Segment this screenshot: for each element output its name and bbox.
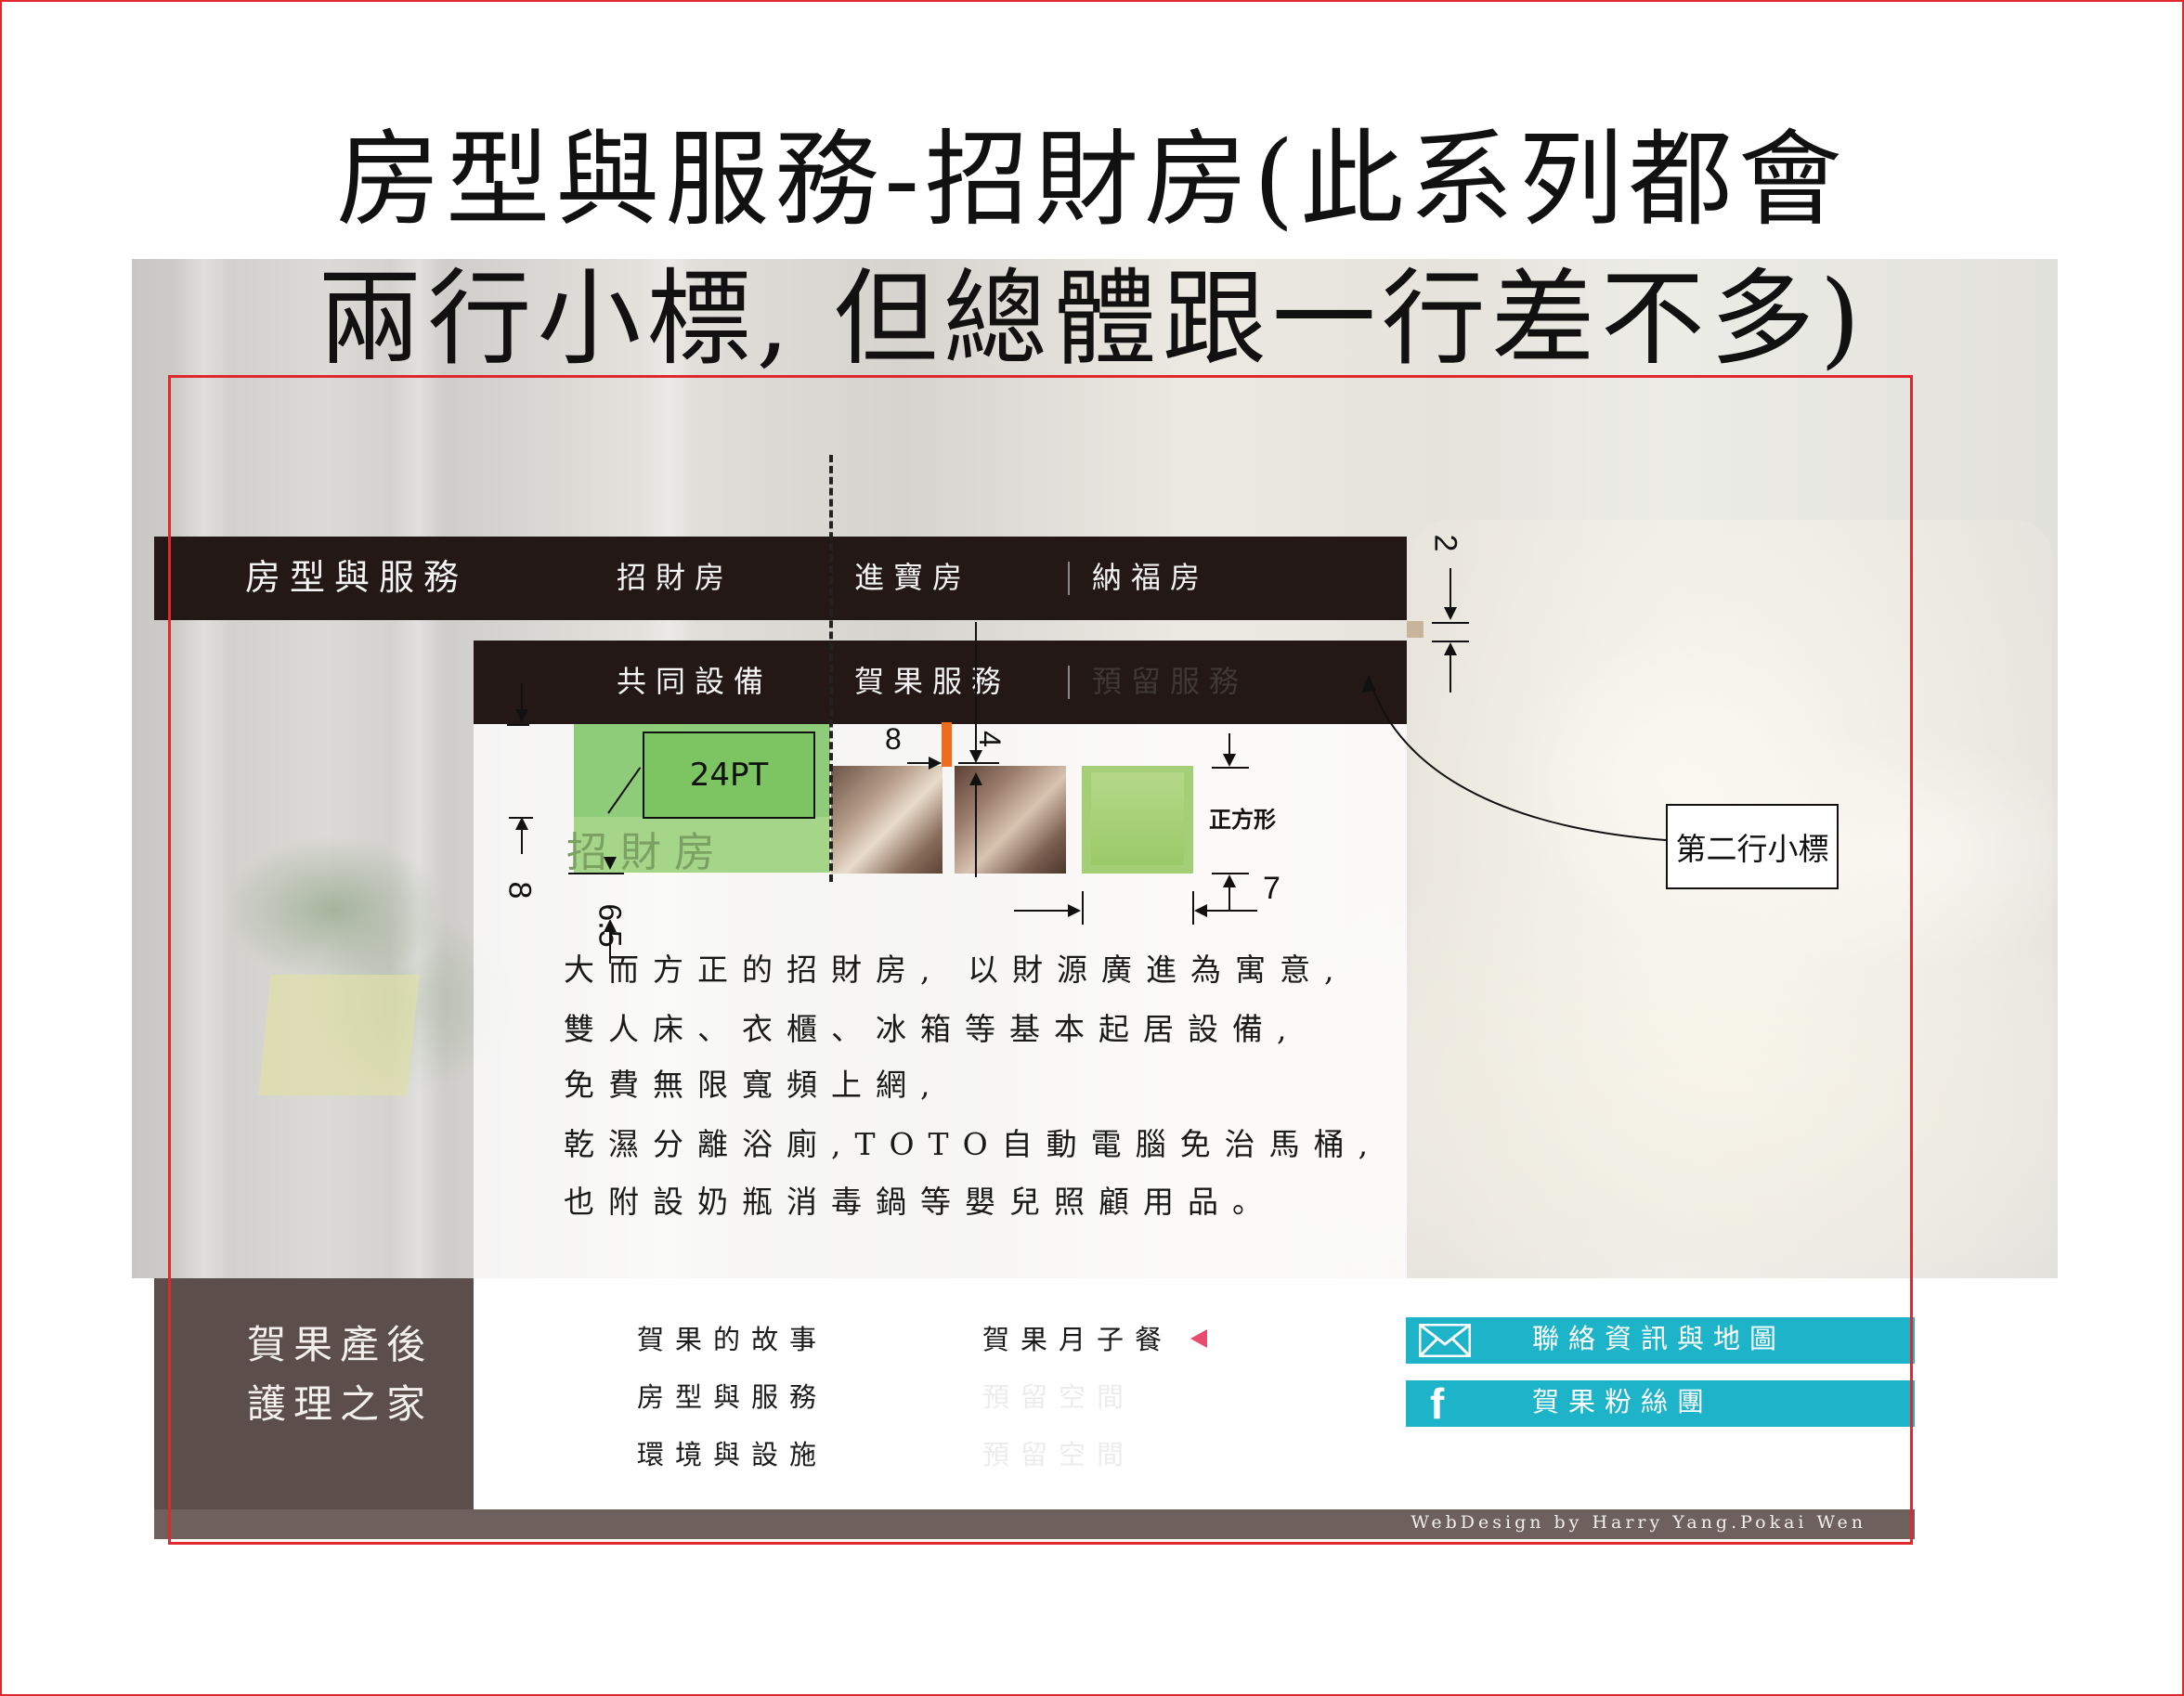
callout-second-subtitle: 第二行小標 <box>1666 804 1839 889</box>
bed-decoration <box>1411 520 2052 1262</box>
dimension-label: 8 <box>885 722 902 756</box>
room-title: 招財房 <box>566 829 728 876</box>
nav-divider <box>1068 666 1070 699</box>
nav-section-title: 房型與服務 <box>245 557 469 598</box>
secondary-nav-bar: 共同設備 賀果服務 預留服務 <box>474 641 1407 724</box>
dimension-line <box>975 622 977 761</box>
slide-title-line-2: 兩行小標, 但總體跟一行差不多) <box>318 259 1866 380</box>
dimension-label: 7 <box>1263 871 1280 906</box>
dimension-line <box>1082 891 1084 925</box>
triangle-left-icon <box>1190 1329 1207 1348</box>
nav-divider <box>1068 562 1070 595</box>
footer-link-rooms[interactable]: 房型與服務 <box>637 1384 827 1411</box>
dimension-line <box>568 873 624 874</box>
contact-map-label: 聯絡資訊與地圖 <box>1532 1323 1787 1354</box>
slide-title-line-1: 房型與服務-招財房(此系列都會 <box>336 120 1848 240</box>
dimension-line <box>1228 886 1230 910</box>
contact-map-button[interactable]: 聯絡資訊與地圖 <box>1406 1317 1915 1364</box>
footer-link-reserved[interactable]: 預留空間 <box>982 1384 1135 1411</box>
dimension-line <box>958 762 999 764</box>
dimension-arrow <box>1223 754 1236 767</box>
room-description-line: 乾濕分離浴廁,TOTO自動電腦免治馬桶, <box>564 1126 1383 1162</box>
nav-item-jinbao-room[interactable]: 進寶房 <box>854 563 971 592</box>
dimension-arrow <box>969 772 982 785</box>
fan-page-label: 賀果粉絲團 <box>1532 1386 1714 1418</box>
footer-link-meals[interactable]: 賀果月子餐 <box>982 1327 1173 1353</box>
nav-item-reserved-service[interactable]: 預留服務 <box>1092 667 1248 696</box>
room-description-line: 也附設奶瓶消毒鍋等嬰兒照顧用品。 <box>564 1184 1277 1220</box>
envelope-icon <box>1419 1324 1471 1357</box>
footer-brand-line-2: 護理之家 <box>247 1381 434 1427</box>
spacing-marker <box>942 722 952 767</box>
facebook-icon: f <box>1430 1379 1445 1428</box>
dimension-label: 2 <box>1427 534 1463 552</box>
nav-item-shared-facilities[interactable]: 共同設備 <box>617 667 773 696</box>
dimension-line <box>1205 910 1257 912</box>
fan-page-button[interactable]: f 賀果粉絲團 <box>1406 1380 1915 1427</box>
dimension-line <box>1432 622 1469 624</box>
font-size-annotation: 24PT <box>643 731 815 819</box>
curtain-highlight <box>390 259 446 1278</box>
nav-item-zhaocai-room[interactable]: 招財房 <box>617 563 734 592</box>
credit-bar: WebDesign by Harry Yang.Pokai Wen <box>154 1509 1915 1539</box>
nav-item-heguo-service[interactable]: 賀果服務 <box>854 667 1010 696</box>
nav-item-nafu-room[interactable]: 納福房 <box>1092 563 1209 592</box>
room-photo-thumbnail[interactable] <box>831 766 942 874</box>
dimension-arrow <box>1068 904 1081 917</box>
dimension-arrow <box>515 709 528 722</box>
placeholder-inner <box>1091 772 1184 865</box>
dimension-label: 4 <box>972 731 1007 747</box>
callout-connector <box>1361 675 1667 841</box>
dimension-arrow <box>1444 607 1457 620</box>
square-annotation: 正方形 <box>1209 808 1276 833</box>
dimension-line <box>521 828 523 854</box>
dimension-arrow <box>969 750 982 763</box>
dimension-line <box>507 724 529 726</box>
dimension-line <box>1212 767 1249 769</box>
spacing-marker <box>1407 621 1424 638</box>
dimension-label: 8 <box>501 881 538 900</box>
dimension-arrow <box>604 919 617 932</box>
footer-link-story[interactable]: 賀果的故事 <box>637 1327 827 1353</box>
credit-text: WebDesign by Harry Yang.Pokai Wen <box>1410 1512 1866 1533</box>
curtain-highlight <box>176 259 232 1278</box>
alignment-guide-line <box>829 455 833 882</box>
dimension-arrow <box>929 757 942 770</box>
footer-link-reserved[interactable]: 預留空間 <box>982 1442 1135 1469</box>
primary-nav-bar: 房型與服務 招財房 進寶房 納福房 <box>154 537 1407 620</box>
plant-decoration <box>223 835 446 984</box>
dimension-arrow <box>604 857 617 870</box>
dimension-line <box>509 817 533 819</box>
footer-brand-line-1: 賀果產後 <box>247 1322 434 1367</box>
dimension-line <box>975 784 977 877</box>
room-description-line: 免費無限寬頻上網, <box>564 1067 944 1103</box>
footer-link-environment[interactable]: 環境與設施 <box>637 1442 827 1469</box>
room-description-line: 雙人床、衣櫃、冰箱等基本起居設備, <box>564 1011 1301 1047</box>
plant-pot-decoration <box>258 975 420 1095</box>
room-description-line: 大而方正的招財房, 以財源廣進為寓意, <box>564 952 1348 988</box>
